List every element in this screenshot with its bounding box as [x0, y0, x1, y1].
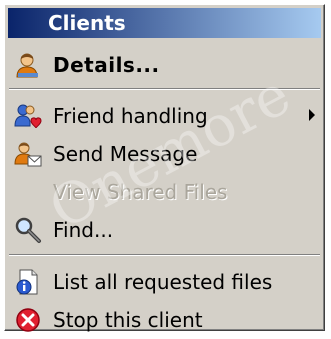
menu-item-label: Send Message: [53, 142, 198, 166]
clients-context-menu: Clients Details... Friend handling Send …: [4, 4, 325, 332]
user-details-icon: [14, 51, 42, 79]
magnifier-icon: [14, 216, 42, 244]
file-info-icon: [14, 268, 42, 296]
menu-item-find[interactable]: Find...: [8, 211, 321, 249]
stop-icon: [14, 306, 42, 334]
menu-item-stop-client[interactable]: Stop this client: [8, 301, 321, 339]
menu-item-label: Friend handling: [53, 104, 208, 128]
menu-item-friend-handling[interactable]: Friend handling: [8, 97, 321, 135]
menu-item-label: List all requested files: [53, 270, 273, 294]
menu-separator: [9, 254, 320, 256]
menu-item-view-shared-files: View Shared Files: [8, 173, 321, 211]
menu-item-label: Stop this client: [53, 308, 203, 332]
menu-item-list-requested-files[interactable]: List all requested files: [8, 263, 321, 301]
menu-item-label: View Shared Files: [53, 180, 228, 204]
menu-item-label: Find...: [53, 218, 114, 242]
menu-separator: [9, 88, 320, 90]
menu-title: Clients: [8, 8, 321, 38]
user-message-icon: [14, 140, 42, 168]
menu-item-send-message[interactable]: Send Message: [8, 135, 321, 173]
menu-item-label: Details...: [53, 53, 160, 77]
submenu-arrow-icon: [309, 109, 315, 121]
friend-heart-icon: [14, 102, 42, 130]
menu-item-details[interactable]: Details...: [8, 46, 321, 84]
